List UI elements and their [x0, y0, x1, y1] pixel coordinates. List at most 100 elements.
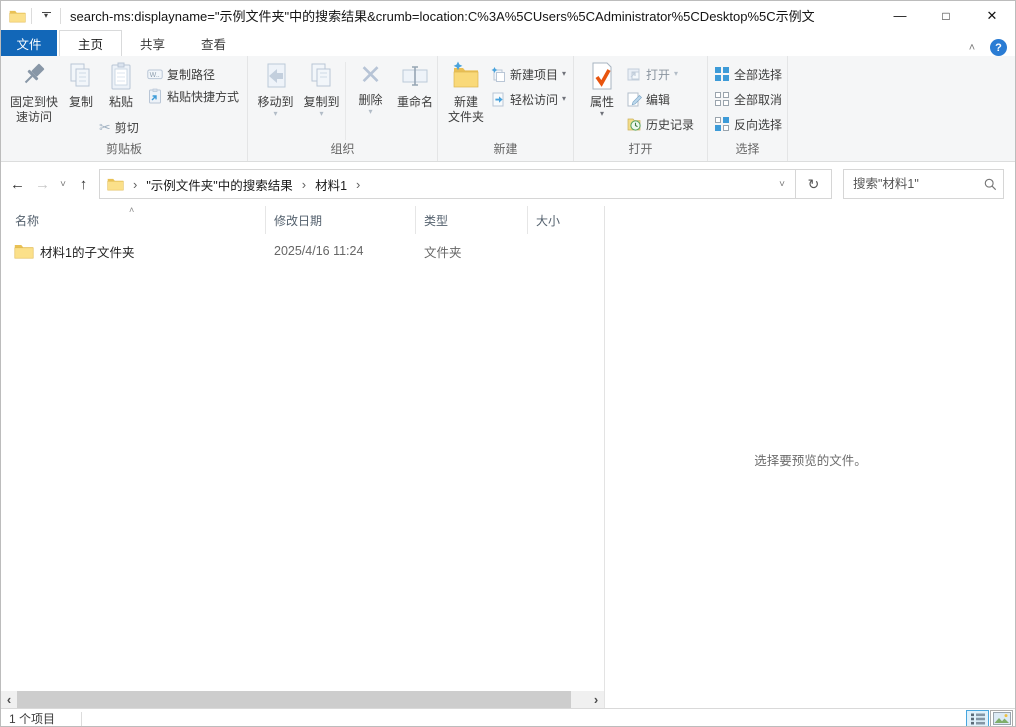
address-dropdown-button[interactable]: ˅: [769, 170, 795, 198]
ribbon-group-new: 新建 文件夹 新建项目 ▾ 轻松访问 ▾ 新建: [438, 56, 574, 161]
cut-label: 剪切: [115, 119, 139, 136]
select-all-button[interactable]: 全部选择: [714, 64, 782, 84]
chevron-down-icon: ▾: [44, 13, 48, 19]
copy-button[interactable]: 复制: [61, 60, 101, 110]
ribbon-group-clipboard: 固定到快速访问 复制 粘贴 ✂ 剪切 W..: [1, 56, 248, 161]
breadcrumb-item-search-results[interactable]: "示例文件夹"中的搜索结果: [146, 175, 292, 194]
move-to-label: 移动到: [257, 95, 293, 110]
history-icon: [626, 116, 642, 132]
refresh-button[interactable]: ↻: [795, 170, 831, 198]
easy-access-label: 轻松访问: [510, 91, 558, 108]
new-folder-label-line1: 新建: [454, 95, 478, 110]
svg-text:W..: W..: [150, 72, 160, 79]
move-to-icon: [260, 60, 292, 92]
breadcrumb-item-current[interactable]: 材料1: [315, 175, 347, 194]
open-button[interactable]: 打开 ▾: [626, 64, 678, 84]
delete-x-icon: ✕: [359, 60, 382, 90]
scroll-right-arrow[interactable]: ›: [588, 691, 604, 708]
close-button[interactable]: ✕: [969, 1, 1015, 30]
open-icon: [626, 66, 642, 82]
tab-share[interactable]: 共享: [122, 30, 183, 56]
details-view-icon: [970, 713, 986, 725]
copy-path-icon: W..: [147, 66, 163, 82]
new-item-button[interactable]: 新建项目 ▾: [490, 64, 566, 84]
easy-access-button[interactable]: 轻松访问 ▾: [490, 89, 566, 109]
chevron-down-icon: ▾: [562, 70, 566, 78]
properties-button[interactable]: 属性 ▾: [582, 60, 622, 118]
search-box[interactable]: [843, 169, 1004, 199]
edit-button[interactable]: 编辑: [626, 89, 670, 109]
tab-file[interactable]: 文件: [1, 30, 57, 56]
paste-icon: [105, 60, 137, 92]
select-none-button[interactable]: 全部取消: [714, 89, 782, 109]
easy-access-icon: [490, 91, 506, 107]
thumbnail-view-button[interactable]: [990, 710, 1013, 727]
rename-button[interactable]: 重命名: [392, 60, 438, 110]
scrollbar-thumb[interactable]: [17, 691, 571, 708]
status-bar: 1 个项目: [1, 708, 1015, 727]
move-to-button[interactable]: 移动到 ▾: [253, 60, 298, 118]
invert-selection-icon: [714, 116, 730, 132]
paste-button[interactable]: 粘贴: [99, 60, 143, 110]
properties-icon: [586, 60, 618, 92]
invert-selection-button[interactable]: 反向选择: [714, 114, 782, 134]
address-bar[interactable]: › "示例文件夹"中的搜索结果 › 材料1 › ˅ ↻: [99, 169, 832, 199]
copy-path-label: 复制路径: [167, 66, 215, 83]
file-name: 材料1的子文件夹: [40, 242, 134, 261]
delete-button[interactable]: ✕ 删除 ▾: [349, 60, 392, 116]
minimize-button[interactable]: —: [877, 1, 923, 30]
window-controls: — □ ✕: [877, 1, 1015, 30]
folder-icon: [14, 243, 34, 259]
column-header-size[interactable]: 大小: [528, 206, 602, 234]
paste-shortcut-icon: [147, 88, 163, 104]
copy-label: 复制: [69, 95, 93, 110]
back-button[interactable]: ←: [5, 172, 30, 197]
open-group-label: 打开: [574, 140, 707, 157]
cut-button[interactable]: ✂ 剪切: [99, 117, 139, 137]
tab-view[interactable]: 查看: [183, 30, 244, 56]
scroll-left-arrow[interactable]: ‹: [1, 691, 17, 708]
column-header-name[interactable]: 名称 ˄: [1, 206, 266, 234]
new-folder-label-line2: 文件夹: [448, 110, 484, 125]
ribbon: 固定到快速访问 复制 粘贴 ✂ 剪切 W..: [1, 56, 1015, 162]
breadcrumb-chevron-icon[interactable]: ›: [124, 177, 146, 192]
new-folder-icon: [450, 60, 482, 92]
ribbon-group-select: 全部选择 全部取消 反向选择 选择: [708, 56, 788, 161]
copy-path-button[interactable]: W.. 复制路径: [147, 64, 215, 84]
open-label: 打开: [646, 66, 670, 83]
file-type-cell: 文件夹: [416, 242, 528, 261]
breadcrumb-chevron-icon[interactable]: ›: [293, 177, 315, 192]
quick-access-toolbar-dropdown[interactable]: ▾: [37, 6, 55, 26]
column-header-date-modified[interactable]: 修改日期: [266, 206, 416, 234]
file-row[interactable]: 材料1的子文件夹 2025/4/16 11:24 文件夹: [1, 239, 602, 263]
forward-button[interactable]: →: [30, 172, 55, 197]
file-explorer-window: ▾ search-ms:displayname="示例文件夹"中的搜索结果&cr…: [0, 0, 1016, 727]
maximize-button[interactable]: □: [923, 1, 969, 30]
horizontal-scrollbar[interactable]: ‹ ›: [1, 691, 604, 708]
paste-shortcut-button[interactable]: 粘贴快捷方式: [147, 86, 239, 106]
paste-shortcut-label: 粘贴快捷方式: [167, 88, 239, 105]
collapse-ribbon-button[interactable]: ˄: [964, 42, 980, 54]
select-all-icon: [714, 66, 730, 82]
history-button[interactable]: 历史记录: [626, 114, 694, 134]
details-view-button[interactable]: [966, 710, 989, 727]
help-button[interactable]: ?: [990, 39, 1007, 56]
invert-selection-label: 反向选择: [734, 116, 782, 133]
scrollbar-track[interactable]: [17, 691, 588, 708]
pin-icon: [18, 60, 50, 92]
pin-to-quick-access-button[interactable]: 固定到快速访问: [3, 60, 65, 125]
search-input[interactable]: [844, 177, 977, 191]
column-header-type[interactable]: 类型: [416, 206, 528, 234]
new-folder-button[interactable]: 新建 文件夹: [443, 60, 489, 125]
new-group-label: 新建: [438, 140, 573, 157]
chevron-down-icon: ▾: [600, 110, 604, 118]
status-divider: [81, 712, 82, 726]
up-button[interactable]: ↑: [71, 172, 96, 197]
ribbon-group-organize: 移动到 ▾ 复制到 ▾ ✕ 删除 ▾ 重命名 组: [248, 56, 438, 161]
breadcrumb-chevron-icon[interactable]: ›: [347, 177, 369, 192]
tab-home[interactable]: 主页: [59, 30, 122, 56]
copy-to-button[interactable]: 复制到 ▾: [299, 60, 344, 118]
view-switcher: [966, 710, 1015, 727]
edit-label: 编辑: [646, 91, 670, 108]
recent-locations-dropdown[interactable]: ˅: [55, 172, 71, 197]
